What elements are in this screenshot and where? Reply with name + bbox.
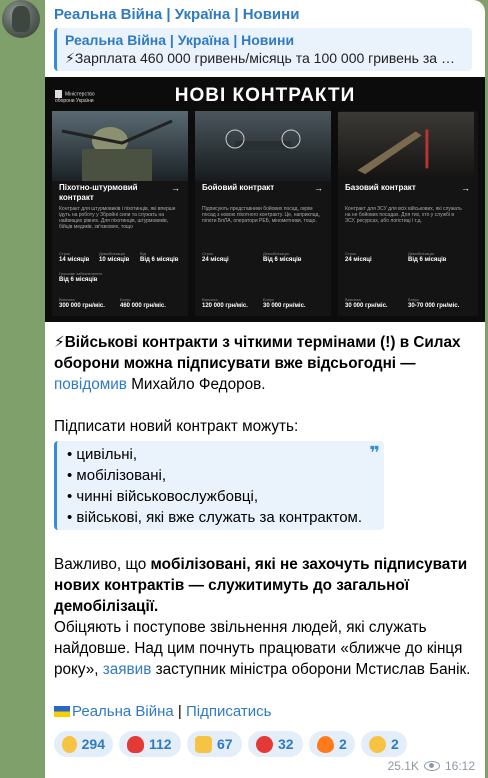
card-description: Контракт для ЗСУ для всіх військових, як… <box>345 206 462 224</box>
paragraph-3-lead: Важливо, що <box>54 556 151 573</box>
card-stat: Виплата 300 000 грн/міс. <box>59 297 105 309</box>
source-link-zayavyv[interactable]: заявив <box>103 661 152 678</box>
card-name: Бойовий контракт <box>202 183 275 192</box>
card-stat: Строк 24 місяці <box>345 251 372 263</box>
quote-item: • мобілізовані, <box>67 467 167 484</box>
reaction-fire[interactable]: 2 <box>309 731 355 757</box>
reaction-count: 2 <box>391 736 399 752</box>
card-stat: Строк 14 місяців <box>59 251 90 263</box>
card-stat: Бонус 30-70 000 грн/міс. <box>408 297 460 309</box>
quote-icon: ❞ <box>369 443 380 463</box>
channel-link[interactable]: Реальна Війна <box>72 703 174 720</box>
infographic-title: НОВІ КОНТРАКТИ <box>174 85 356 106</box>
card-stat: Демобілізація Від 6 місяців <box>263 251 302 263</box>
reaction-count: 67 <box>217 736 233 752</box>
separator: | <box>177 703 182 720</box>
card-name: Піхотно-штурмовий контракт <box>59 183 138 202</box>
artillery-photo <box>338 112 474 180</box>
message-meta: 25.1K 16:12 <box>388 759 475 773</box>
fire-icon <box>317 735 334 753</box>
paragraph-3: Важливо, що мобілізовані, які не захочут… <box>54 554 474 617</box>
paragraph-1-tail: Михайло Федоров. <box>131 376 266 393</box>
subscribe-link[interactable]: Підписатись <box>186 703 271 720</box>
card-stat: Строк 24 місяці <box>202 251 229 263</box>
reaction-angry[interactable]: 32 <box>248 731 303 757</box>
grinning-face-icon <box>62 735 77 753</box>
reaction-grinning[interactable]: 294 <box>54 731 113 757</box>
drone-photo <box>195 111 331 181</box>
reaction-heart[interactable]: 112 <box>119 731 181 757</box>
reaction-crying[interactable]: 2 <box>361 731 407 757</box>
paragraph-1: ⚡Військові контракти з чіткими термінами… <box>54 332 474 395</box>
paragraph-4: Обіцяють і поступове звільнення людей, я… <box>54 617 474 680</box>
paragraph-4-tail: заступник міністра оборони Мстислав Бані… <box>155 661 471 678</box>
quote-item: • військові, які вже служать за контракт… <box>67 509 363 526</box>
contract-card-infantry: Піхотно-штурмовий контракт → Контракт дл… <box>52 111 188 316</box>
footer-links: Реальна Війна | Підписатись <box>54 702 271 722</box>
eye-icon <box>423 761 440 771</box>
card-stat: Виплата 30 000 грн/міс. <box>345 297 388 309</box>
arrow-right-icon: → <box>461 183 470 193</box>
quote-item: • цивільні, <box>67 446 138 463</box>
arrow-right-icon: → <box>314 183 323 193</box>
card-stat: Демобілізація Від 6 місяців <box>408 251 447 263</box>
soldier-photo-1 <box>52 111 188 181</box>
reaction-thumbs-up[interactable]: 67 <box>187 731 242 757</box>
ukraine-flag-icon <box>54 706 70 717</box>
channel-avatar[interactable] <box>2 0 40 38</box>
paragraph-2: Підписати новий контракт можуть: <box>54 418 299 435</box>
contracts-infographic-image[interactable]: Міністерство оборони України НОВІ КОНТРА… <box>45 77 485 322</box>
paragraph-1-lead: ⚡Військові контракти з чіткими термінами… <box>54 334 461 372</box>
card-name: Базовий контракт <box>345 183 416 192</box>
card-stat: Виплата 120 000 грн/міс. <box>202 297 248 309</box>
card-description: Підписують представники бойових посад, о… <box>202 206 320 224</box>
card-stat: Від Від 6 місяців <box>140 251 179 263</box>
reply-title: Реальна Війна | Україна | Новини <box>65 32 295 48</box>
message-row: Реальна Війна | Україна | Новини Реальна… <box>0 0 488 778</box>
card-stat: Бонус 460 000 грн/міс. <box>120 297 166 309</box>
source-link-povidomyv[interactable]: повідомив <box>54 376 127 393</box>
thumbs-up-icon <box>195 735 212 753</box>
contract-card-basic: Базовий контракт → Контракт для ЗСУ для … <box>338 111 478 316</box>
arrow-right-icon: → <box>171 183 180 193</box>
message-time: 16:12 <box>444 759 475 773</box>
message-bubble: Реальна Війна | Україна | Новини Реальна… <box>45 0 485 778</box>
reaction-count: 32 <box>278 736 294 752</box>
contract-card-combat: Бойовий контракт → Підписують представни… <box>195 111 331 316</box>
card-stat: Демобілізація 10 місяців <box>99 251 130 263</box>
reply-text: ⚡Зарплата 460 000 гривень/місяць та 100 … <box>65 50 455 66</box>
card-stat: Грошове забезпечення Від 6 місяців <box>59 271 102 283</box>
blockquote: ❞ • цивільні, • мобілізовані, • чинні ві… <box>54 441 384 530</box>
crying-face-icon <box>369 735 386 753</box>
forwarded-reply-preview[interactable]: Реальна Війна | Україна | Новини ⚡Зарпла… <box>54 28 472 71</box>
reaction-count: 294 <box>81 736 105 752</box>
reaction-count: 2 <box>339 736 347 752</box>
channel-name[interactable]: Реальна Війна | Україна | Новини <box>54 6 299 23</box>
reaction-count: 112 <box>149 736 172 752</box>
angry-face-icon <box>256 735 273 753</box>
red-heart-icon <box>127 735 144 753</box>
quote-item: • чинні військовослужбовці, <box>67 488 259 505</box>
card-description: Контракт для штурмовиків і піхотинців, я… <box>59 206 176 230</box>
views-count: 25.1K <box>387 759 419 773</box>
card-stat: Бонус 30 000 грн/міс. <box>263 297 306 309</box>
